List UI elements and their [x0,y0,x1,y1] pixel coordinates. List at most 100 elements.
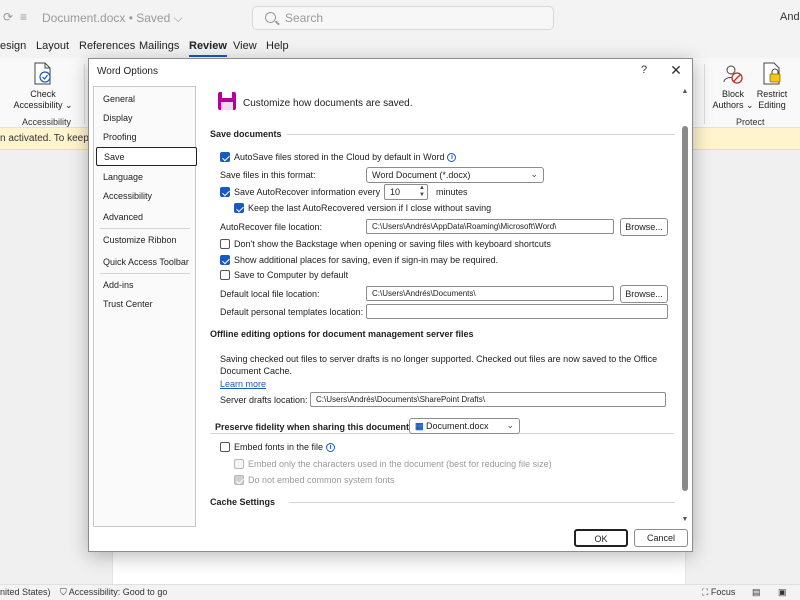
info-icon[interactable]: i [447,153,457,162]
embed-fonts-label: Embed fonts in the file i [234,442,336,452]
section-divider [287,134,675,135]
embed-fonts-checkbox[interactable] [220,442,230,452]
tab-view[interactable]: View [233,40,257,52]
nav-quick-access-toolbar[interactable]: Quick Access Toolbar [103,257,189,267]
no-common-fonts-checkbox[interactable] [234,475,244,485]
nav-general[interactable]: General [103,94,135,104]
nav-display[interactable]: Display [103,113,133,123]
autosave-checkbox[interactable] [220,152,230,162]
keep-last-checkbox[interactable] [234,203,244,213]
nav-add-ins[interactable]: Add-ins [103,280,134,290]
tab-mailings[interactable]: Mailings [139,40,179,52]
restrict-editing-icon [763,62,781,85]
embed-only-used-label: Embed only the characters used in the do… [248,459,552,469]
server-drafts-location-field[interactable]: C:\Users\Andrés\Documents\SharePoint Dra… [310,392,666,407]
nav-save[interactable]: Save [96,147,197,166]
section-divider [289,502,675,503]
fidelity-document-select[interactable]: ▦ Document.docx ⌄ [409,418,520,434]
default-local-browse-button[interactable]: Browse... [620,285,668,303]
ribbon-tabs: esign Layout References Mailings Review … [0,36,800,57]
save-icon [218,92,236,110]
nav-proofing[interactable]: Proofing [103,132,137,142]
dont-show-backstage-checkbox[interactable] [220,239,230,249]
learn-more-link[interactable]: Learn more [220,379,266,389]
autorecover-minutes-stepper[interactable]: 10 ▲ ▼ [384,184,428,200]
customize-qat-icon[interactable]: ≡ [20,10,27,24]
status-accessibility[interactable]: ⛉ Accessibility: Good to go [60,587,167,598]
minutes-label: minutes [436,187,468,197]
status-focus[interactable]: ⛶ Focus [702,587,735,598]
document-title[interactable]: Document.docx • Saved ⌵ [42,11,183,26]
user-name[interactable]: And [780,11,800,23]
ok-button[interactable]: OK [574,529,628,547]
search-box[interactable] [252,6,554,30]
autorecover-checkbox[interactable] [220,187,230,197]
cache-settings-heading: Cache Settings [210,497,276,507]
word-options-dialog: Word Options ? ✕ General Display Proofin… [88,58,693,552]
format-select[interactable]: Word Document (*.docx) ⌄ [366,167,544,183]
autorecover-location-label: AutoRecover file location: [220,222,323,232]
save-documents-heading: Save documents [210,129,282,139]
stepper-arrows-icon[interactable]: ▲ ▼ [419,185,425,199]
scroll-down-icon[interactable]: ▼ [681,516,689,524]
save-to-computer-checkbox[interactable] [220,270,230,280]
offline-editing-heading: Offline editing options for document man… [210,329,474,339]
content-scrollbar[interactable]: ▲ ▼ [679,86,691,527]
status-bar: nited States) ⛉ Accessibility: Good to g… [0,584,800,600]
tab-help[interactable]: Help [266,40,289,52]
offline-description-line1: Saving checked out files to server draft… [220,354,658,364]
options-content: Customize how documents are saved. Save … [203,86,681,527]
read-mode-icon[interactable]: ▤ [752,587,761,598]
chevron-down-icon: ⌄ [530,169,538,179]
nav-customize-ribbon[interactable]: Customize Ribbon [103,235,177,245]
nav-trust-center[interactable]: Trust Center [103,299,153,309]
show-additional-places-label: Show additional places for saving, even … [234,255,499,265]
nav-language[interactable]: Language [103,172,143,182]
search-input[interactable] [285,10,525,26]
help-button[interactable]: ? [637,64,651,78]
fidelity-heading: Preserve fidelity when sharing this docu… [215,422,413,432]
default-templates-location-field[interactable] [366,304,668,319]
embed-only-used-checkbox[interactable] [234,459,244,469]
keep-last-label: Keep the last AutoRecovered version if I… [248,203,492,213]
scroll-up-icon[interactable]: ▲ [681,88,689,96]
close-button[interactable]: ✕ [669,63,683,77]
print-layout-icon[interactable]: ▣ [778,587,787,598]
format-label: Save files in this format: [220,170,316,180]
tab-review[interactable]: Review [189,40,227,57]
block-authors-button[interactable]: Block Authors ⌄ [710,62,756,111]
ribbon-separator [84,64,85,124]
offline-description-line2: Document Cache. [220,366,293,376]
title-bar: ⟳ ≡ Document.docx • Saved ⌵ And [0,0,800,36]
default-local-location-label: Default local file location: [220,289,320,299]
status-language[interactable]: nited States) [0,587,51,597]
options-nav: General Display Proofing Save Language A… [93,86,197,527]
check-accessibility-button[interactable]: Check Accessibility ⌄ [10,62,76,111]
ribbon-separator [704,64,705,124]
default-local-location-field[interactable]: C:\Users\Andrés\Documents\ [366,286,614,301]
show-additional-places-checkbox[interactable] [220,255,230,265]
tab-design[interactable]: esign [0,40,26,52]
nav-advanced[interactable]: Advanced [103,212,143,222]
restrict-editing-button[interactable]: Restrict Editing [752,62,792,111]
scroll-thumb[interactable] [682,126,688,491]
info-icon[interactable]: i [326,443,336,452]
server-drafts-location-label: Server drafts location: [220,395,308,405]
tab-layout[interactable]: Layout [36,40,69,52]
cancel-button[interactable]: Cancel [634,529,688,547]
autorecover-browse-button[interactable]: Browse... [620,218,668,236]
dont-show-backstage-label: Don't show the Backstage when opening or… [234,239,551,249]
check-accessibility-icon [34,62,51,85]
search-icon [265,12,276,23]
focus-icon: ⛶ [702,587,709,597]
word-doc-icon: ▦ [415,421,424,431]
nav-accessibility[interactable]: Accessibility [103,191,152,201]
autorecover-label: Save AutoRecover information every [234,187,381,197]
accessibility-group-label: Accessibility [22,117,72,127]
tab-references[interactable]: References [79,40,135,52]
save-to-computer-label: Save to Computer by default [234,270,349,280]
redo-icon[interactable]: ⟳ [3,10,13,24]
nav-divider [100,228,190,229]
autorecover-location-field[interactable]: C:\Users\Andrés\AppData\Roaming\Microsof… [366,219,614,234]
default-templates-location-label: Default personal templates location: [220,307,364,317]
